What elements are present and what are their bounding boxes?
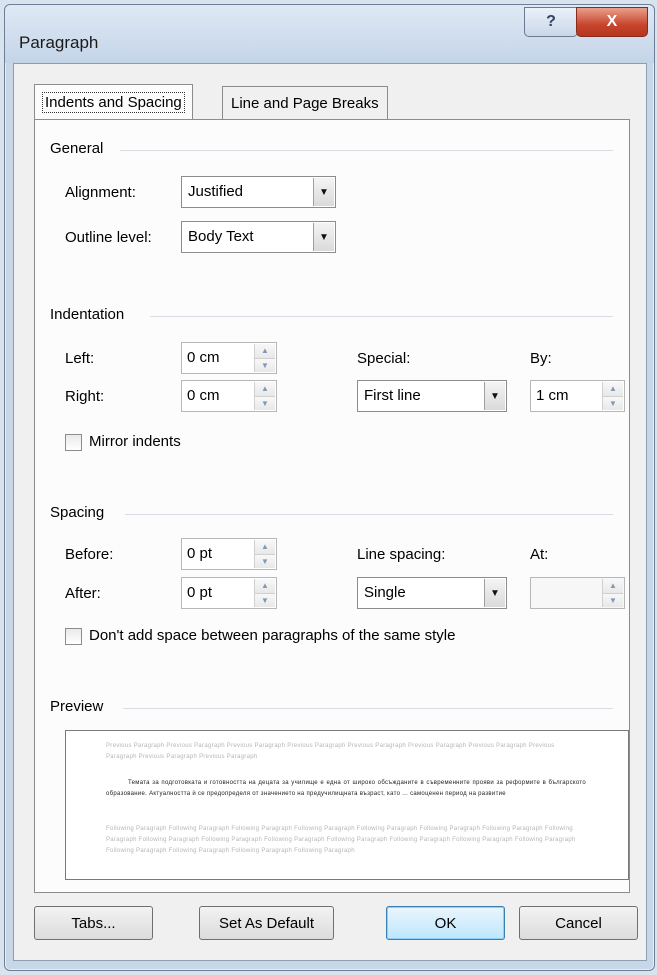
special-select[interactable]: First line ▼ [357, 380, 507, 412]
general-group-label: General [50, 140, 104, 157]
indentation-divider [150, 316, 613, 317]
help-icon: ? [546, 13, 556, 30]
alignment-label: Alignment: [65, 184, 136, 201]
close-button[interactable]: X [576, 7, 648, 37]
preview-current-paragraph: Темата за подготовката и готовността на … [106, 780, 586, 797]
preview-following-paragraph: Following Paragraph Following Paragraph … [106, 826, 576, 854]
outline-level-value: Body Text [188, 228, 254, 245]
spacing-before-value: 0 pt [187, 545, 213, 562]
spin-up-icon[interactable]: ▲ [255, 540, 275, 554]
alignment-select[interactable]: Justified ▼ [181, 176, 336, 208]
spin-up-icon[interactable]: ▲ [603, 382, 623, 396]
spacing-group-label: Spacing [50, 504, 105, 521]
at-spinner[interactable]: ▲ ▼ [530, 577, 625, 609]
dialog-title: Paragraph [19, 33, 99, 52]
preview-divider [123, 708, 613, 709]
ok-button[interactable]: OK [386, 906, 505, 940]
chevron-down-icon[interactable]: ▼ [313, 178, 334, 206]
dont-add-space-checkbox[interactable] [65, 628, 82, 645]
right-indent-value: 0 cm [187, 387, 220, 404]
spacing-after-value: 0 pt [187, 584, 213, 601]
general-divider [120, 150, 613, 151]
spin-up-icon[interactable]: ▲ [255, 344, 275, 358]
close-icon: X [606, 13, 618, 30]
indentation-group-label: Indentation [50, 306, 125, 323]
help-button[interactable]: ? [524, 7, 578, 37]
spin-up-icon[interactable]: ▲ [255, 382, 275, 396]
tab-label: Indents and Spacing [42, 91, 185, 113]
preview-group-label: Preview [50, 698, 104, 715]
by-value: 1 cm [536, 387, 569, 404]
at-label: At: [530, 546, 549, 563]
tab-label: Line and Page Breaks [231, 94, 379, 112]
special-label: Special: [357, 350, 411, 367]
mirror-indents-checkbox[interactable] [65, 434, 82, 451]
spin-down-icon[interactable]: ▼ [255, 592, 275, 607]
spin-up-icon[interactable]: ▲ [603, 579, 623, 593]
by-spinner[interactable]: 1 cm ▲ ▼ [530, 380, 625, 412]
spin-down-icon[interactable]: ▼ [255, 357, 275, 372]
line-spacing-select[interactable]: Single ▼ [357, 577, 507, 609]
right-indent-spinner[interactable]: 0 cm ▲ ▼ [181, 380, 277, 412]
spin-down-icon[interactable]: ▼ [603, 592, 623, 607]
outline-level-label: Outline level: [65, 229, 152, 246]
preview-previous-paragraph: Previous Paragraph Previous Paragraph Pr… [106, 743, 555, 760]
spacing-divider [125, 514, 613, 515]
spin-down-icon[interactable]: ▼ [255, 395, 275, 410]
left-indent-label: Left: [65, 350, 95, 367]
indents-spacing-panel: General Alignment: Justified ▼ Outline l… [34, 119, 630, 893]
tab-indents-and-spacing[interactable]: Indents and Spacing [34, 84, 193, 119]
spin-up-icon[interactable]: ▲ [255, 579, 275, 593]
left-indent-spinner[interactable]: 0 cm ▲ ▼ [181, 342, 277, 374]
title-bar: Paragraph ? X [5, 5, 654, 63]
spin-down-icon[interactable]: ▼ [255, 553, 275, 568]
chevron-down-icon[interactable]: ▼ [313, 223, 334, 251]
dialog-body: Indents and Spacing Line and Page Breaks… [13, 63, 647, 961]
tabs-button[interactable]: Tabs... [34, 906, 153, 940]
preview-box: Previous Paragraph Previous Paragraph Pr… [65, 730, 629, 880]
cancel-button[interactable]: Cancel [519, 906, 638, 940]
spin-down-icon[interactable]: ▼ [603, 395, 623, 410]
set-as-default-button[interactable]: Set As Default [199, 906, 334, 940]
chevron-down-icon[interactable]: ▼ [484, 382, 505, 410]
right-indent-label: Right: [65, 388, 105, 405]
mirror-indents-label[interactable]: Mirror indents [89, 433, 181, 450]
special-value: First line [364, 387, 421, 404]
spacing-after-label: After: [65, 585, 101, 602]
alignment-value: Justified [188, 183, 244, 200]
chevron-down-icon[interactable]: ▼ [484, 579, 505, 607]
spacing-before-label: Before: [65, 546, 114, 563]
tab-line-and-page-breaks[interactable]: Line and Page Breaks [222, 86, 388, 119]
left-indent-value: 0 cm [187, 349, 220, 366]
spacing-after-spinner[interactable]: 0 pt ▲ ▼ [181, 577, 277, 609]
line-spacing-label: Line spacing: [357, 546, 446, 563]
outline-level-select[interactable]: Body Text ▼ [181, 221, 336, 253]
spacing-before-spinner[interactable]: 0 pt ▲ ▼ [181, 538, 277, 570]
by-label: By: [530, 350, 552, 367]
paragraph-dialog: Paragraph ? X Indents and Spacing Line a… [4, 4, 655, 971]
line-spacing-value: Single [364, 584, 406, 601]
dont-add-space-label[interactable]: Don't add space between paragraphs of th… [89, 627, 455, 644]
